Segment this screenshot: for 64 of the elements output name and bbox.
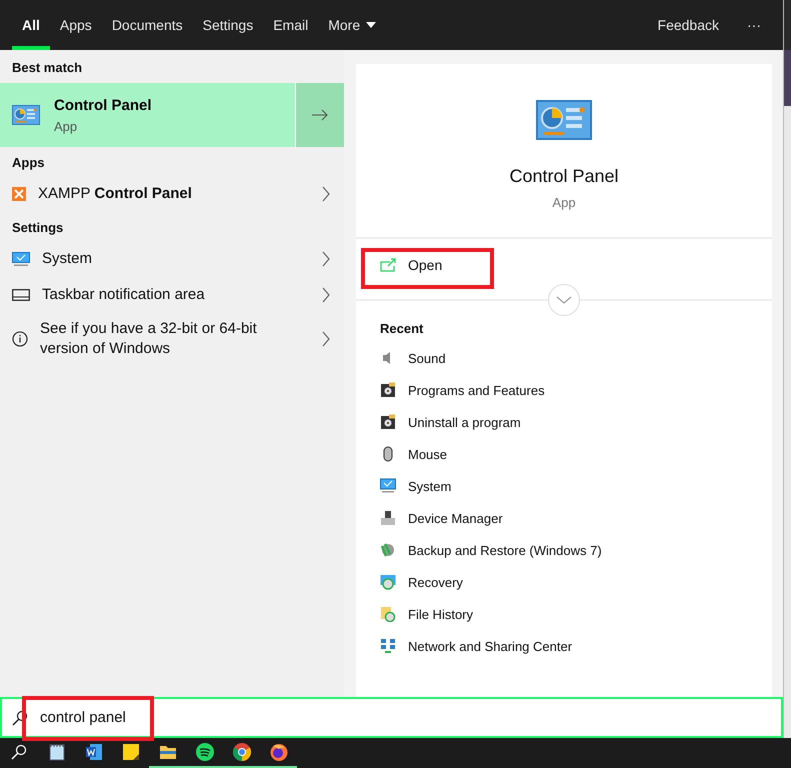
recent-item[interactable]: File History: [408, 606, 474, 622]
filter-tab[interactable]: Email: [263, 0, 318, 50]
monitor-icon: [380, 478, 396, 494]
filter-tab[interactable]: Apps: [50, 0, 102, 50]
arrow-right-icon: [312, 109, 328, 121]
chevron-down-icon: [556, 296, 572, 304]
xampp-icon: [12, 187, 26, 201]
app-type: App: [552, 195, 576, 210]
section-heading: Recent: [379, 320, 424, 338]
sticky-note-icon: [122, 744, 138, 760]
recent-item[interactable]: Mouse: [408, 446, 448, 462]
recent-item[interactable]: Device Manager: [408, 510, 503, 526]
result-item[interactable]: XAMPP Control Panel: [0, 176, 344, 212]
chevron-right-icon: [322, 251, 330, 267]
chevron-right-icon: [322, 186, 330, 202]
filter-tab[interactable]: Settings: [192, 0, 264, 50]
disc-box-icon: [380, 382, 396, 398]
device-icon: [380, 510, 396, 526]
recent-item[interactable]: Programs and Features: [408, 382, 545, 398]
taskbar-icon: [12, 289, 30, 301]
result-item[interactable]: See if you have a 32-bit or 64-bit version of Windows: [0, 313, 344, 365]
recent-item[interactable]: Sound: [408, 350, 446, 366]
result-item[interactable]: Taskbar notification area: [0, 277, 344, 313]
more-options-button[interactable]: ···: [733, 0, 783, 50]
info-icon: [12, 331, 28, 347]
spotify-icon: [196, 743, 214, 761]
result-title: Control Panel: [54, 96, 152, 114]
notepad-icon: [48, 743, 64, 761]
disc-box-icon: [380, 414, 396, 430]
section-heading: Apps: [11, 154, 46, 172]
caret-icon: [366, 22, 376, 28]
open-icon: [380, 258, 396, 272]
section-heading: Settings: [11, 219, 64, 237]
network-icon: [380, 638, 396, 654]
app-title: Control Panel: [509, 166, 619, 187]
filter-tab[interactable]: Documents: [102, 0, 193, 50]
more-menu[interactable]: More: [318, 0, 386, 50]
recent-item[interactable]: Network and Sharing Center: [408, 638, 572, 654]
control-panel-icon: [12, 105, 40, 125]
folder-icon: [158, 744, 176, 760]
recent-item[interactable]: Uninstall a program: [408, 414, 521, 430]
recovery-icon: [380, 574, 396, 590]
control-panel-icon: [536, 100, 592, 140]
best-match-item[interactable]: Control Panel App: [0, 83, 344, 147]
search-icon: [12, 710, 28, 726]
recent-item[interactable]: System: [408, 478, 452, 494]
result-type: App: [54, 118, 78, 134]
open-button[interactable]: Open: [356, 253, 452, 277]
monitor-icon: [12, 252, 30, 266]
backup-icon: [380, 542, 396, 558]
chevron-right-icon: [322, 331, 330, 347]
search-bar[interactable]: control panel: [0, 697, 783, 738]
search-field[interactable]: control panel: [40, 709, 781, 726]
search-icon: [11, 744, 27, 760]
recent-item[interactable]: Backup and Restore (Windows 7): [408, 542, 602, 558]
firefox-icon: [270, 743, 288, 761]
chrome-icon: [232, 743, 250, 761]
feedback-button[interactable]: Feedback: [644, 0, 733, 50]
word-icon: [84, 743, 102, 761]
result-item[interactable]: System: [0, 241, 344, 277]
section-heading: Best match: [11, 59, 84, 77]
file-history-icon: [380, 606, 396, 622]
recent-item[interactable]: Recovery: [408, 574, 463, 590]
chevron-right-icon: [322, 287, 330, 303]
